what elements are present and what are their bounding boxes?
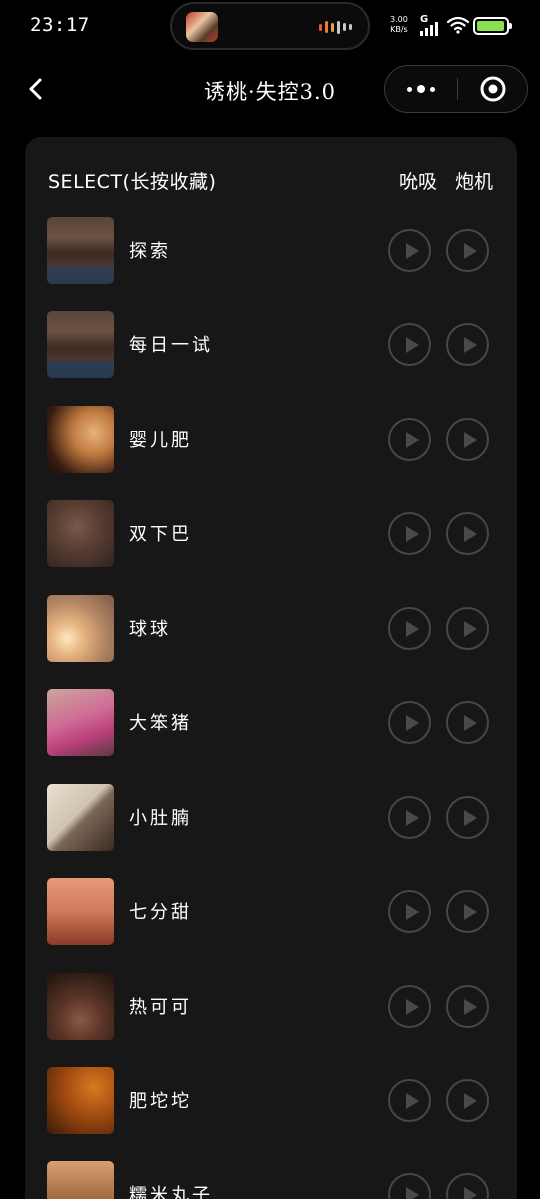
nav-bar: 诱桃·失控3.0 <box>0 62 540 118</box>
item-label: 每日一试 <box>129 335 213 356</box>
more-dots-icon <box>407 86 412 92</box>
item-thumbnail <box>47 500 114 567</box>
item-label: 婴儿肥 <box>129 430 192 451</box>
more-button[interactable] <box>385 66 457 112</box>
wifi-icon <box>447 16 469 34</box>
list-item[interactable]: 双下巴 <box>47 500 497 568</box>
play-icon[interactable] <box>446 607 489 650</box>
item-thumbnail <box>47 878 114 945</box>
item-label: 七分甜 <box>129 902 192 923</box>
item-label: 球球 <box>129 619 171 640</box>
status-bar: 23:17 3.00 KB/s G <box>0 0 540 52</box>
close-button[interactable] <box>457 66 529 112</box>
item-label: 探索 <box>129 241 171 262</box>
select-label: SELECT(长按收藏) <box>48 171 217 193</box>
item-thumbnail <box>47 311 114 378</box>
play-icon[interactable] <box>388 607 431 650</box>
dynamic-island[interactable] <box>170 2 370 50</box>
list-item[interactable]: 糯米丸子 <box>47 1161 497 1199</box>
item-label: 大笨猪 <box>129 713 192 734</box>
play-icon[interactable] <box>388 1173 431 1199</box>
play-icon[interactable] <box>446 229 489 272</box>
list-item[interactable]: 小肚腩 <box>47 784 497 852</box>
play-icon[interactable] <box>446 323 489 366</box>
play-icon[interactable] <box>446 418 489 461</box>
item-thumbnail <box>47 784 114 851</box>
now-playing-thumbnail <box>186 12 218 42</box>
item-thumbnail <box>47 689 114 756</box>
column-headers: 吮吸 炮机 <box>399 167 493 194</box>
play-icon[interactable] <box>388 985 431 1028</box>
battery-level <box>477 21 504 31</box>
target-circle-icon <box>480 76 506 102</box>
play-icon[interactable] <box>446 701 489 744</box>
list-item[interactable]: 肥坨坨 <box>47 1067 497 1135</box>
play-icon[interactable] <box>446 1079 489 1122</box>
audio-wave-icon <box>319 20 352 34</box>
play-icon[interactable] <box>388 890 431 933</box>
play-icon[interactable] <box>446 512 489 555</box>
item-label: 肥坨坨 <box>129 1091 192 1112</box>
list-item[interactable]: 每日一试 <box>47 311 497 379</box>
network-speed-unit: KB/s <box>390 25 408 34</box>
item-thumbnail <box>47 595 114 662</box>
play-icon[interactable] <box>388 701 431 744</box>
play-icon[interactable] <box>388 229 431 272</box>
mini-program-capsule <box>384 65 528 113</box>
battery-icon <box>473 17 512 35</box>
item-label: 双下巴 <box>129 524 192 545</box>
play-icon[interactable] <box>388 418 431 461</box>
item-thumbnail <box>47 406 114 473</box>
network-speed: 3.00 KB/s <box>390 15 408 35</box>
play-icon[interactable] <box>446 890 489 933</box>
play-icon[interactable] <box>388 323 431 366</box>
item-label: 热可可 <box>129 997 192 1018</box>
status-time: 23:17 <box>30 14 90 36</box>
play-icon[interactable] <box>446 1173 489 1199</box>
network-speed-value: 3.00 <box>390 15 408 24</box>
play-icon[interactable] <box>446 796 489 839</box>
list-item[interactable]: 热可可 <box>47 973 497 1041</box>
list-item[interactable]: 球球 <box>47 595 497 663</box>
item-thumbnail <box>47 973 114 1040</box>
item-thumbnail <box>47 217 114 284</box>
item-thumbnail <box>47 1161 114 1199</box>
mode-list-card: SELECT(长按收藏) 吮吸 炮机 探索 每日一试 婴儿肥 双下巴 球球 大笨… <box>25 137 517 1199</box>
list-item[interactable]: 大笨猪 <box>47 689 497 757</box>
item-thumbnail <box>47 1067 114 1134</box>
list-item[interactable]: 婴儿肥 <box>47 406 497 474</box>
column-header-a: 吮吸 <box>398 171 437 193</box>
play-icon[interactable] <box>446 985 489 1028</box>
play-icon[interactable] <box>388 512 431 555</box>
cell-signal-icon: G <box>420 14 444 36</box>
item-label: 小肚腩 <box>129 808 192 829</box>
item-label: 糯米丸子 <box>129 1185 213 1199</box>
list-item[interactable]: 探索 <box>47 217 497 285</box>
column-header-b: 炮机 <box>454 171 493 193</box>
list-item[interactable]: 七分甜 <box>47 878 497 946</box>
list-header: SELECT(长按收藏) 吮吸 炮机 <box>48 167 493 193</box>
play-icon[interactable] <box>388 796 431 839</box>
play-icon[interactable] <box>388 1079 431 1122</box>
